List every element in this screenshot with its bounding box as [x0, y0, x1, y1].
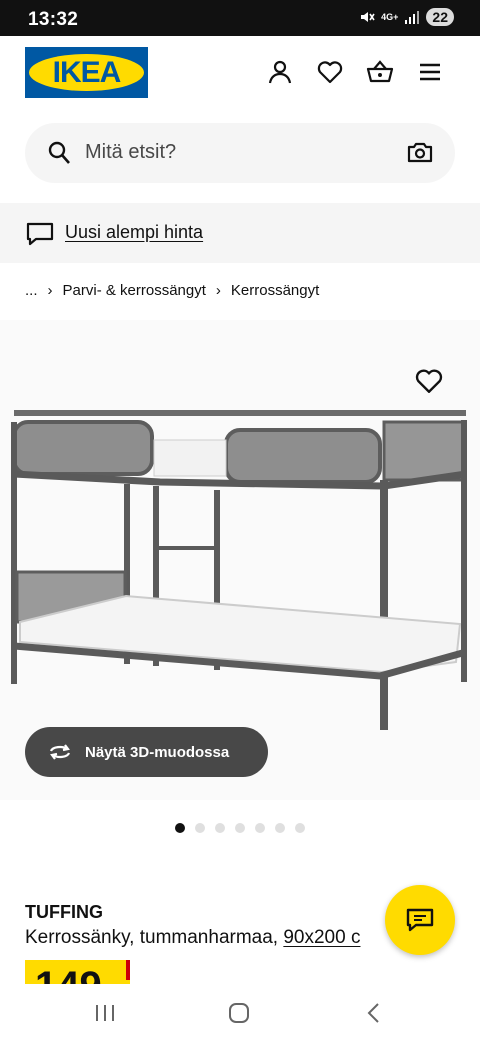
heart-icon[interactable] — [314, 56, 346, 88]
price-tag: 149 — [25, 960, 130, 984]
size-link[interactable]: 90x200 c — [283, 927, 360, 948]
basket-icon[interactable] — [364, 56, 396, 88]
logo-text: IKEA — [52, 56, 122, 89]
view-3d-label: Näytä 3D-muodossa — [85, 743, 230, 761]
breadcrumb-item-bunk-loft-beds[interactable]: Parvi- & kerrossängyt — [63, 282, 206, 299]
battery-level: 22 — [426, 8, 454, 26]
app-header: IKEA — [0, 36, 480, 110]
system-nav-bar — [0, 984, 480, 1040]
carousel-dot[interactable] — [215, 823, 225, 833]
carousel-dot[interactable] — [175, 823, 185, 833]
breadcrumb-item-bunk-beds[interactable]: Kerrossängyt — [231, 282, 319, 299]
back-icon[interactable] — [359, 998, 389, 1028]
network-type: 4G+ — [381, 11, 399, 22]
signal-icon — [405, 11, 420, 24]
carousel-dot[interactable] — [295, 823, 305, 833]
search-bar[interactable]: Mitä etsit? — [25, 123, 455, 183]
status-bar: 13:32 4G+ 22 — [0, 0, 480, 36]
promo-banner[interactable]: Uusi alempi hinta — [0, 203, 480, 263]
status-time: 13:32 — [28, 9, 79, 30]
user-icon[interactable] — [264, 56, 296, 88]
add-to-favourites-icon[interactable] — [415, 368, 443, 394]
menu-icon[interactable] — [414, 56, 446, 88]
chat-button[interactable] — [385, 885, 455, 955]
carousel-dot[interactable] — [255, 823, 265, 833]
mute-icon — [361, 12, 375, 22]
product-name: TUFFING — [25, 902, 103, 922]
chevron-right-icon: › — [47, 281, 53, 299]
recent-apps-icon[interactable] — [90, 998, 120, 1028]
product-description: Kerrossänky, tummanharmaa, 90x200 c — [25, 927, 360, 949]
breadcrumb-ellipsis[interactable]: ... — [25, 282, 38, 299]
price-value: 149 — [35, 966, 102, 984]
search-input[interactable]: Mitä etsit? — [85, 141, 176, 164]
promo-link[interactable]: Uusi alempi hinta — [65, 222, 203, 243]
chat-bubble-icon — [26, 222, 54, 246]
camera-icon[interactable] — [407, 140, 433, 164]
carousel-dot[interactable] — [275, 823, 285, 833]
carousel-dot[interactable] — [235, 823, 245, 833]
product-image — [11, 410, 467, 730]
price-accent — [126, 960, 130, 980]
system-icons: 4G+ 22 — [359, 8, 454, 26]
view-3d-button[interactable]: Näytä 3D-muodossa — [25, 727, 268, 777]
chevron-right-icon: › — [215, 281, 221, 299]
home-icon[interactable] — [224, 998, 254, 1028]
search-icon — [48, 141, 70, 164]
product-description-text: Kerrossänky, tummanharmaa, — [25, 927, 284, 948]
product-gallery[interactable]: Näytä 3D-muodossa — [0, 320, 480, 800]
carousel-dot[interactable] — [195, 823, 205, 833]
breadcrumb: ... › Parvi- & kerrossängyt › Kerrossäng… — [25, 280, 319, 300]
chat-icon — [406, 908, 434, 932]
rotate-3d-icon — [49, 744, 71, 760]
carousel-indicator[interactable] — [0, 823, 480, 837]
ikea-logo[interactable]: IKEA — [25, 47, 148, 98]
